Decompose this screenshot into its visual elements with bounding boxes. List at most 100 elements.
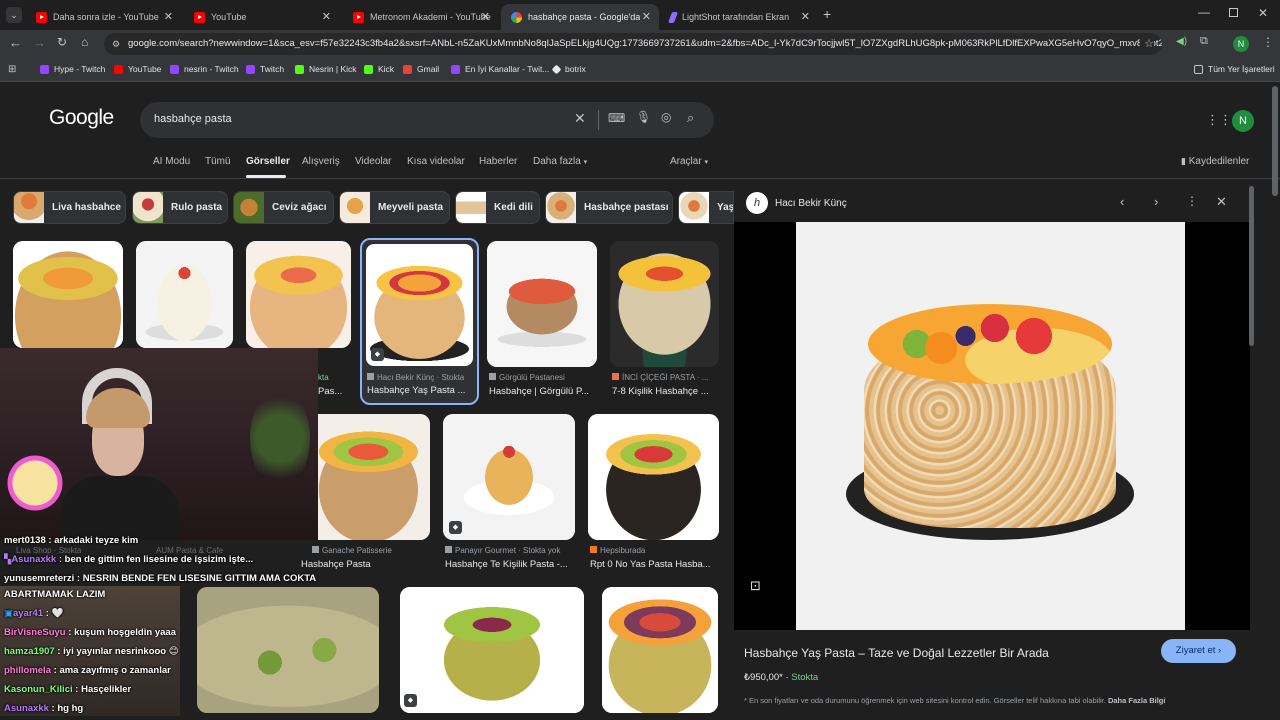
- chip-3[interactable]: Meyveli pasta: [339, 191, 450, 224]
- close-icon[interactable]: ✕: [801, 10, 810, 23]
- forward-icon[interactable]: →: [33, 35, 46, 50]
- price-row: ₺950,00* · Stokta: [744, 672, 819, 683]
- bookmark-0[interactable]: Hype - Twitch: [40, 64, 105, 74]
- tab-3[interactable]: hasbahçe pasta - Google'da Ar ✕: [501, 4, 659, 30]
- apps-grid-icon[interactable]: ⋮⋮: [1206, 112, 1232, 128]
- more-info-link[interactable]: Daha Fazla Bilgi: [1108, 696, 1166, 705]
- more-options-icon[interactable]: ⋮: [1186, 194, 1198, 208]
- close-window-button[interactable]: ✕: [1258, 6, 1268, 20]
- search-icon[interactable]: ⌕: [687, 110, 694, 126]
- bookmark-4[interactable]: Nesrin | Kick: [295, 64, 357, 74]
- chip-6[interactable]: Yaş: [678, 191, 734, 224]
- close-icon[interactable]: ✕: [1216, 194, 1227, 210]
- tab-1[interactable]: YouTube ✕: [184, 4, 339, 30]
- bookmark-5[interactable]: Kick: [364, 64, 394, 74]
- tab-search-icon[interactable]: ⌄: [6, 7, 22, 23]
- close-icon[interactable]: ✕: [642, 10, 651, 23]
- mic-icon[interactable]: 🎙: [636, 110, 651, 124]
- result-image-3-selected[interactable]: ◆ Hacı Bekir Künç · Stokta Hasbahçe Yaş …: [360, 238, 479, 405]
- result-title[interactable]: Rpt 0 No Yas Pasta Hasba...: [590, 559, 720, 570]
- minimize-button[interactable]: —: [1198, 5, 1210, 19]
- saved-button[interactable]: ▮ Kaydedilenler: [1181, 156, 1249, 167]
- tab-shopping[interactable]: Alışveriş: [302, 156, 340, 167]
- home-icon[interactable]: ⌂: [81, 35, 88, 49]
- result-image-9[interactable]: [197, 587, 379, 713]
- keyboard-icon[interactable]: ⌨: [608, 111, 625, 125]
- result-image-4[interactable]: [487, 241, 597, 367]
- result-image-5[interactable]: [610, 241, 719, 367]
- chip-0[interactable]: Liva hasbahce: [13, 191, 126, 224]
- menu-icon[interactable]: ⋮: [1262, 35, 1274, 49]
- bookmark-3[interactable]: Twitch: [246, 64, 284, 74]
- result-title[interactable]: Hasbahçe Yaş Pasta ...: [367, 385, 472, 396]
- tab-short-videos[interactable]: Kısa videolar: [407, 156, 465, 167]
- visit-button[interactable]: Ziyaret et ›: [1161, 639, 1236, 663]
- result-image-6[interactable]: [318, 414, 430, 540]
- search-box[interactable]: hasbahçe pasta ✕ ⌨ 🎙 ◎ ⌕: [140, 102, 714, 138]
- result-title[interactable]: Hasbahçe Te Kişilik Pasta -...: [445, 559, 580, 570]
- avatar[interactable]: N: [1233, 36, 1249, 52]
- lens-icon[interactable]: ◎: [661, 110, 671, 124]
- tab-more[interactable]: Daha fazla ▾: [533, 156, 587, 167]
- result-image-10[interactable]: ◆: [400, 587, 584, 713]
- maximize-button[interactable]: [1229, 8, 1238, 17]
- result-image-11[interactable]: [602, 587, 718, 713]
- site-info-icon[interactable]: ⚙: [112, 33, 120, 55]
- result-title[interactable]: Hasbahçe | Görgülü P...: [489, 386, 599, 397]
- chip-2[interactable]: Ceviz ağacı: [233, 191, 334, 224]
- close-icon[interactable]: ✕: [481, 10, 490, 23]
- search-input[interactable]: hasbahçe pasta: [154, 113, 232, 125]
- close-icon[interactable]: ✕: [164, 10, 173, 23]
- result-image-0[interactable]: [13, 241, 123, 348]
- clear-icon[interactable]: ✕: [574, 110, 586, 127]
- result-image-8[interactable]: [588, 414, 719, 540]
- result-title[interactable]: Hasbahçe Pasta: [301, 559, 429, 570]
- new-tab-button[interactable]: +: [823, 6, 831, 22]
- bookmark-label: YouTube: [128, 64, 162, 74]
- bookmark-7[interactable]: En İyi Kanallar - Twit...: [451, 64, 549, 74]
- reload-icon[interactable]: ↻: [57, 35, 67, 49]
- result-image-1[interactable]: [136, 241, 233, 348]
- result-image-2[interactable]: [246, 241, 351, 348]
- chip-1[interactable]: Rulo pasta: [132, 191, 228, 224]
- result-title-partial[interactable]: Pas...: [318, 386, 342, 397]
- result-title[interactable]: 7-8 Kişilik Hasbahçe ...: [612, 386, 722, 397]
- panel-scrollbar[interactable]: [1249, 186, 1254, 346]
- all-bookmarks[interactable]: Tüm Yer İşaretleri: [1194, 64, 1275, 74]
- bookmark-6[interactable]: Gmail: [403, 64, 439, 74]
- tab-all[interactable]: Tümü: [205, 156, 231, 167]
- avatar[interactable]: N: [1232, 110, 1254, 132]
- tab-videos[interactable]: Videolar: [355, 156, 392, 167]
- back-icon[interactable]: ←: [9, 35, 22, 50]
- tab-images[interactable]: Görseller: [246, 156, 290, 167]
- star-icon[interactable]: ☆: [1140, 33, 1154, 55]
- tools-button[interactable]: Araçlar ▾: [670, 156, 708, 167]
- extensions-icon[interactable]: ⧉: [1200, 35, 1208, 48]
- chip-5[interactable]: Hasbahçe pastası: [545, 191, 673, 224]
- page-scrollbar[interactable]: [1272, 86, 1278, 196]
- tab-0[interactable]: Daha sonra izle - YouTube ✕: [26, 4, 181, 30]
- chip-4[interactable]: Kedi dili: [455, 191, 540, 224]
- bookmark-8[interactable]: botrix: [551, 64, 586, 74]
- site-name[interactable]: Hacı Bekir Künç: [775, 198, 847, 209]
- tab-4[interactable]: LightShot tarafından Ekran Gör ✕: [660, 4, 818, 30]
- tab-2[interactable]: Metronom Akademi - YouTube ✕: [343, 4, 498, 30]
- tab-label: Metronom Akademi - YouTube: [370, 12, 491, 22]
- bookmark-label: Tüm Yer İşaretleri: [1208, 64, 1275, 74]
- preview-image[interactable]: [796, 222, 1185, 630]
- price: ₺950,00*: [744, 672, 783, 683]
- apps-icon[interactable]: ⊞: [8, 64, 16, 75]
- prev-image-icon[interactable]: ‹: [1120, 194, 1124, 209]
- result-image-7[interactable]: ◆: [443, 414, 575, 540]
- bookmark-1[interactable]: YouTube: [114, 64, 161, 74]
- tab-ai-mode[interactable]: AI Modu: [153, 156, 190, 167]
- tab-news[interactable]: Haberler: [479, 156, 517, 167]
- google-logo[interactable]: Google: [49, 106, 114, 130]
- address-bar[interactable]: ⚙ google.com/search?newwindow=1&sca_esv=…: [104, 33, 1162, 55]
- next-image-icon[interactable]: ›: [1154, 194, 1158, 209]
- lens-search-icon[interactable]: ⊡: [750, 578, 761, 594]
- preview-title[interactable]: Hasbahçe Yaş Pasta – Taze ve Doğal Lezze…: [744, 646, 1049, 660]
- bookmark-2[interactable]: nesrin - Twitch: [170, 64, 239, 74]
- close-icon[interactable]: ✕: [322, 10, 331, 23]
- speaker-icon[interactable]: ◀): [1176, 36, 1187, 47]
